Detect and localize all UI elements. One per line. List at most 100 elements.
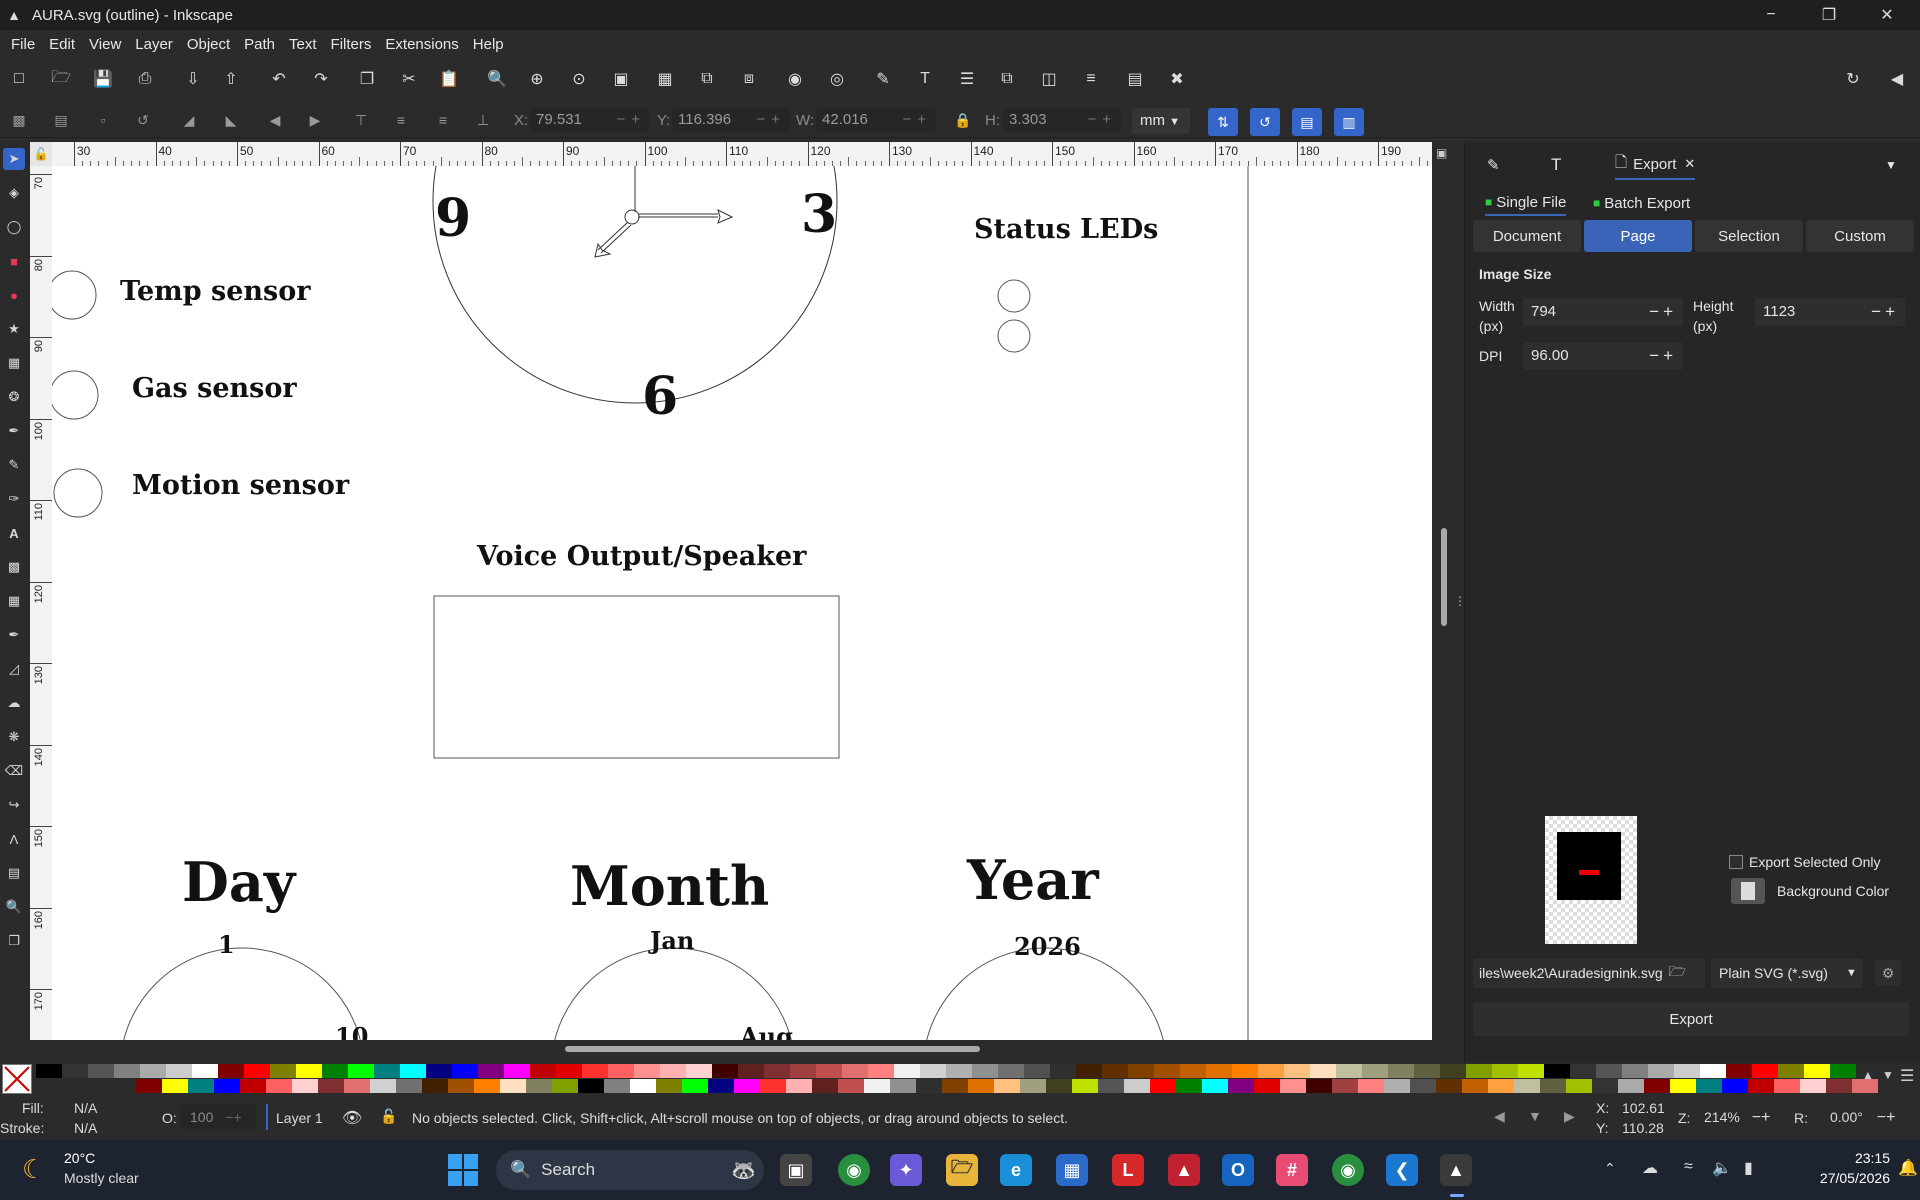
color-swatch[interactable] [166, 1064, 192, 1078]
color-swatch[interactable] [1514, 1079, 1540, 1093]
color-swatch[interactable] [1440, 1064, 1466, 1078]
clock-time[interactable]: 23:15 [1790, 1150, 1890, 1166]
deselect-icon[interactable]: ▫ [90, 108, 116, 132]
color-swatch[interactable] [270, 1064, 296, 1078]
color-swatch[interactable] [1232, 1064, 1258, 1078]
preferences-icon[interactable]: ✖ [1164, 66, 1190, 92]
pencil-tool-icon[interactable]: ✎ [3, 454, 25, 476]
transform-gradients-icon[interactable]: ▤ [1292, 108, 1322, 136]
month-value[interactable]: Jan [650, 926, 694, 955]
color-swatch[interactable] [998, 1064, 1024, 1078]
unit-select[interactable]: mm ▼ [1132, 108, 1190, 134]
opacity-stepper-icon[interactable]: −+ [225, 1109, 241, 1125]
rotation-stepper-icon[interactable]: −+ [1877, 1109, 1896, 1126]
color-swatch[interactable] [1310, 1064, 1336, 1078]
align-center-icon[interactable]: ≡ [388, 108, 414, 132]
color-swatch[interactable] [1804, 1064, 1830, 1078]
color-swatch[interactable] [296, 1064, 322, 1078]
task-view-icon[interactable]: ▣ [780, 1154, 812, 1186]
color-swatch[interactable] [530, 1064, 556, 1078]
year-value[interactable]: 2026 [1014, 932, 1081, 961]
status-leds-label[interactable]: Status LEDs [974, 214, 1158, 245]
clock-number-6[interactable]: 6 [642, 366, 678, 427]
text-tool-icon[interactable]: A [3, 522, 25, 544]
import-icon[interactable]: ⇩ [180, 66, 206, 92]
clone-icon[interactable]: ⧉ [694, 66, 720, 92]
w-stepper-icon[interactable]: −+ [902, 108, 932, 132]
color-swatch[interactable] [578, 1079, 604, 1093]
color-swatch[interactable] [140, 1064, 166, 1078]
day-label[interactable]: Day [182, 850, 295, 914]
color-swatch[interactable] [452, 1064, 478, 1078]
color-swatch[interactable] [1726, 1064, 1752, 1078]
color-swatch[interactable] [1336, 1064, 1362, 1078]
color-swatch[interactable] [422, 1079, 448, 1093]
menu-filters[interactable]: Filters [324, 36, 379, 53]
panel-grip-icon[interactable]: ⋮ [1454, 594, 1466, 608]
color-swatch[interactable] [1566, 1079, 1592, 1093]
cut-icon[interactable]: ✂ [396, 66, 422, 92]
onedrive-sync-icon[interactable]: ☁ [1642, 1158, 1658, 1178]
status-led-circle[interactable] [997, 319, 1031, 353]
month-label[interactable]: Month [570, 854, 769, 918]
color-swatch[interactable] [1830, 1064, 1856, 1078]
eraser-tool-icon[interactable]: ⌫ [3, 760, 25, 782]
color-swatch[interactable] [1674, 1064, 1700, 1078]
lock-ratio-icon[interactable]: 🔒 [950, 108, 976, 132]
color-swatch[interactable] [1570, 1064, 1596, 1078]
panel-menu-chevron-icon[interactable]: ▼ [1885, 150, 1897, 180]
color-swatch[interactable] [500, 1079, 526, 1093]
ruler-lock-icon[interactable]: 🔓 [30, 142, 52, 166]
color-swatch[interactable] [942, 1079, 968, 1093]
export-selected-only-option[interactable]: Export Selected Only [1729, 854, 1881, 870]
copilot-icon[interactable]: ✦ [890, 1154, 922, 1186]
color-swatch[interactable] [894, 1064, 920, 1078]
day-value[interactable]: 1 [218, 930, 235, 959]
pages-tool-icon[interactable]: ▤ [3, 862, 25, 884]
vertical-scroll-thumb[interactable] [1441, 528, 1447, 626]
color-swatch[interactable] [240, 1079, 266, 1093]
color-swatch[interactable] [318, 1079, 344, 1093]
opacity-field[interactable]: 100 −+ [180, 1104, 256, 1130]
app-l-icon[interactable]: L [1112, 1154, 1144, 1186]
color-swatch[interactable] [1176, 1079, 1202, 1093]
color-swatch[interactable] [1544, 1064, 1570, 1078]
color-swatch[interactable] [712, 1064, 738, 1078]
print-icon[interactable]: ⎙ [132, 66, 158, 92]
color-swatch[interactable] [582, 1064, 608, 1078]
color-swatch[interactable] [630, 1079, 656, 1093]
color-swatch[interactable] [218, 1064, 244, 1078]
color-swatch[interactable] [396, 1079, 422, 1093]
color-swatch[interactable] [1072, 1079, 1098, 1093]
menu-text[interactable]: Text [282, 36, 324, 53]
windows-start-icon[interactable] [448, 1154, 480, 1186]
menu-view[interactable]: View [82, 36, 128, 53]
color-swatch[interactable] [474, 1079, 500, 1093]
speaker-box[interactable] [433, 595, 840, 759]
volume-icon[interactable]: 🔈 [1712, 1158, 1732, 1178]
color-swatch[interactable] [1540, 1079, 1566, 1093]
wifi-icon[interactable]: ≈ [1684, 1158, 1693, 1176]
text-tab-icon[interactable]: T [1551, 150, 1561, 180]
color-swatch[interactable] [842, 1064, 868, 1078]
color-swatch[interactable] [478, 1064, 504, 1078]
export-settings-gear-icon[interactable]: ⚙ [1875, 960, 1901, 986]
redo-icon[interactable]: ↷ [308, 66, 334, 92]
x-field[interactable]: 79.531 −+ [530, 108, 650, 132]
color-swatch[interactable] [1466, 1064, 1492, 1078]
calligraphy-tool-icon[interactable]: ✑ [3, 488, 25, 510]
color-swatch[interactable] [812, 1079, 838, 1093]
color-swatch[interactable] [188, 1079, 214, 1093]
year-label[interactable]: Year [967, 848, 1099, 912]
color-swatch[interactable] [864, 1079, 890, 1093]
paint-bucket-icon[interactable]: ◿ [3, 658, 25, 680]
next-page-icon[interactable]: ▶ [1564, 1108, 1575, 1125]
pen-tool-icon[interactable]: ✒ [3, 420, 25, 442]
motion-sensor-circle[interactable] [53, 468, 103, 518]
flip-vertical-icon[interactable]: ▶ [302, 108, 328, 132]
scale-stroke-icon[interactable]: ⇅ [1208, 108, 1238, 136]
zoom-page-width-icon[interactable]: ▣ [608, 66, 634, 92]
color-swatch[interactable] [192, 1064, 218, 1078]
area-custom-button[interactable]: Custom [1806, 220, 1914, 252]
clock-date[interactable]: 27/05/2026 [1790, 1170, 1890, 1186]
